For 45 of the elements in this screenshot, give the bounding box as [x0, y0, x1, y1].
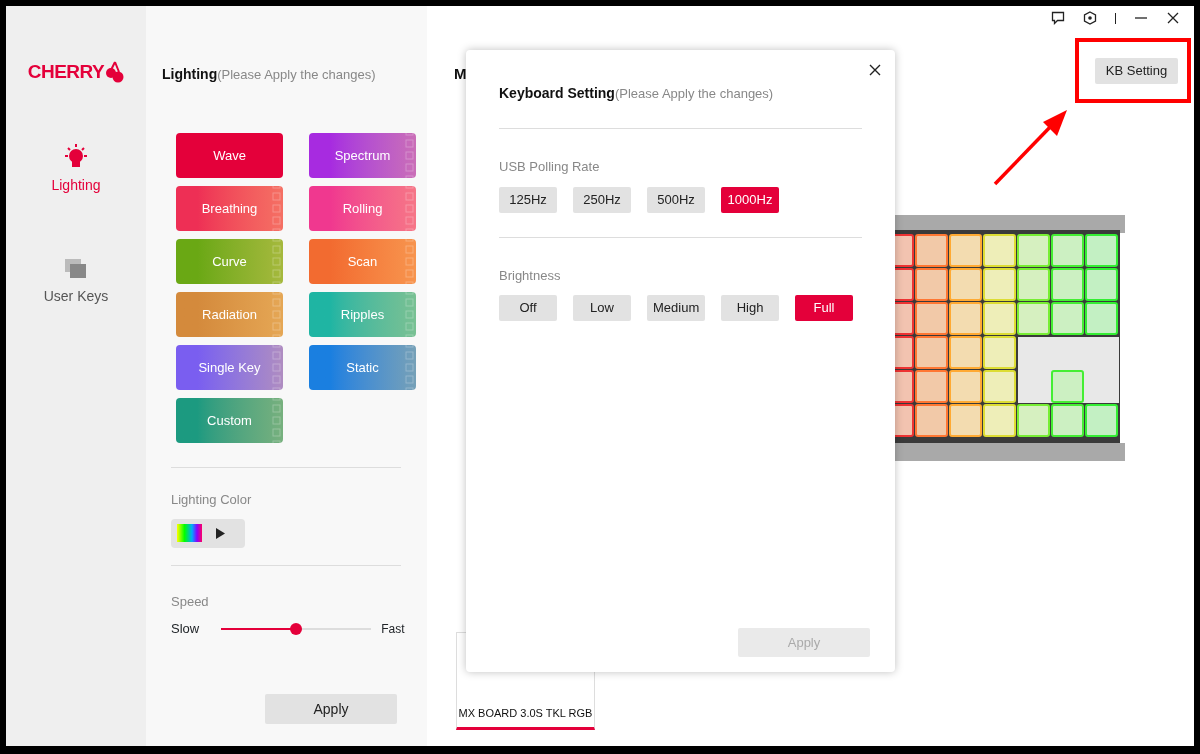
effect-button[interactable]: Scan	[309, 239, 416, 284]
section-label: Brightness	[499, 266, 562, 285]
effect-button[interactable]: Wave	[176, 133, 283, 178]
option-button[interactable]: 500Hz	[647, 186, 705, 213]
device-name: MX BOARD 3.0S TKL RGB	[458, 705, 593, 721]
option-button[interactable]: High	[721, 295, 779, 321]
effect-button[interactable]: Ripples	[309, 292, 416, 337]
slider-max-label: Fast	[381, 620, 405, 638]
section-label: Lighting Color	[171, 491, 253, 509]
page-title: M	[454, 64, 467, 84]
chat-icon[interactable]	[1050, 11, 1065, 25]
logo-text: CHERRY	[27, 60, 105, 84]
effect-button[interactable]: Custom	[176, 398, 283, 443]
effect-button[interactable]: Static	[309, 345, 416, 390]
bulb-icon	[62, 142, 90, 169]
layers-icon	[64, 257, 88, 280]
effect-button[interactable]: Radiation	[176, 292, 283, 337]
effect-button[interactable]: Single Key	[176, 345, 283, 390]
color-picker-button[interactable]	[171, 518, 245, 548]
option-button[interactable]: Off	[499, 295, 557, 321]
cherry-icon	[106, 60, 125, 85]
nav-label[interactable]: User Keys	[43, 285, 109, 307]
kb-setting-button[interactable]: KB Setting	[1095, 58, 1178, 84]
option-button[interactable]: 250Hz	[573, 186, 631, 213]
apply-button[interactable]: Apply	[265, 694, 397, 724]
effect-button[interactable]: Curve	[176, 239, 283, 284]
effect-button[interactable]: Rolling	[309, 186, 416, 231]
section-label: USB Polling Rate	[499, 158, 601, 176]
dialog-title: Keyboard Setting(Please Apply the changes)	[499, 84, 775, 103]
panel-title: Lighting(Please Apply the changes)	[162, 65, 377, 84]
option-button[interactable]: 125Hz	[499, 186, 557, 213]
play-icon	[216, 527, 225, 539]
settings-icon[interactable]	[1082, 11, 1097, 25]
option-button[interactable]: Low	[573, 295, 631, 321]
option-button[interactable]: Full	[795, 295, 853, 321]
slider-thumb[interactable]	[290, 622, 303, 635]
close-icon[interactable]	[1166, 11, 1180, 25]
section-label: Speed	[171, 592, 210, 611]
close-icon[interactable]	[869, 63, 881, 76]
option-button[interactable]: 1000Hz	[721, 186, 779, 213]
effect-button[interactable]: Breathing	[176, 186, 283, 231]
nav-label[interactable]: Lighting	[51, 174, 101, 196]
slider-min-label: Slow	[171, 620, 200, 638]
effect-button[interactable]: Spectrum	[309, 133, 416, 178]
option-button[interactable]: Medium	[647, 295, 705, 321]
